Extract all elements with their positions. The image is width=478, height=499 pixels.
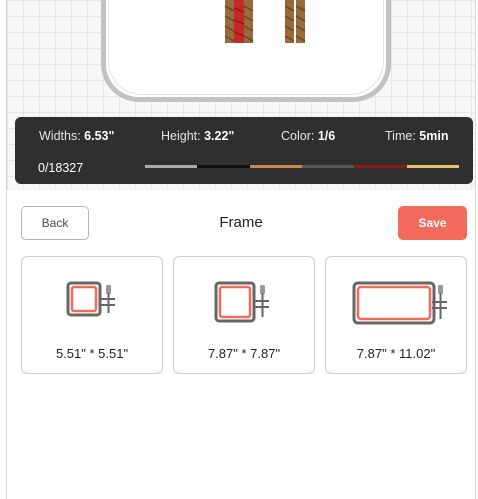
time-label: Time: [385, 129, 416, 143]
thread-color-segment [197, 165, 250, 168]
width-label: Widths: [39, 129, 81, 143]
color-stat: Color: 1/6 [281, 129, 335, 143]
save-button[interactable]: Save [398, 206, 467, 240]
height-label: Height: [161, 129, 201, 143]
height-value: 3.22" [204, 129, 235, 143]
braid-left [224, 0, 254, 43]
width-value: 6.53" [84, 129, 115, 143]
hoop-square-small-icon [66, 281, 115, 317]
design-stats-bar: Widths: 6.53" Height: 3.22" Color: 1/6 T… [15, 117, 473, 184]
color-value: 1/6 [317, 129, 336, 143]
hoop-square-large-icon [214, 281, 269, 323]
frame-size-label: 7.87" * 11.02" [356, 346, 436, 361]
color-label: Color: [281, 129, 315, 143]
thread-color-segment [406, 165, 459, 168]
time-stat: Time: 5min [385, 129, 448, 143]
width-stat: Widths: 6.53" [39, 129, 114, 143]
frame-option-7x7[interactable]: 7.87" * 7.87" [173, 256, 315, 374]
frame-option-5x5[interactable]: 5.51" * 5.51" [21, 256, 163, 374]
embroidery-design-preview [224, 0, 306, 43]
hoop-rectangle-icon [352, 281, 447, 325]
design-canvas[interactable]: Widths: 6.53" Height: 3.22" Color: 1/6 T… [7, 0, 475, 200]
thread-color-segment [354, 165, 407, 168]
embroidery-preview-card: Widths: 6.53" Height: 3.22" Color: 1/6 T… [6, 0, 476, 499]
stitch-progress: 0/18327 [38, 161, 84, 175]
frame-size-label: 7.87" * 7.87" [207, 346, 281, 361]
frame-panel: Back Frame Save 5.51" * 5.51" 7.87" * 7.… [7, 190, 475, 499]
thread-color-segment [301, 165, 355, 168]
braid-right [284, 0, 306, 43]
height-stat: Height: 3.22" [161, 129, 234, 143]
frame-options: 5.51" * 5.51" 7.87" * 7.87" 7.87" * 11.0… [21, 256, 467, 376]
time-value: 5min [419, 129, 449, 143]
thread-color-bar [145, 165, 459, 168]
thread-color-segment [145, 165, 198, 168]
frame-option-7x11[interactable]: 7.87" * 11.02" [325, 256, 467, 374]
thread-color-segment [249, 165, 302, 168]
frame-size-label: 5.51" * 5.51" [55, 346, 129, 361]
